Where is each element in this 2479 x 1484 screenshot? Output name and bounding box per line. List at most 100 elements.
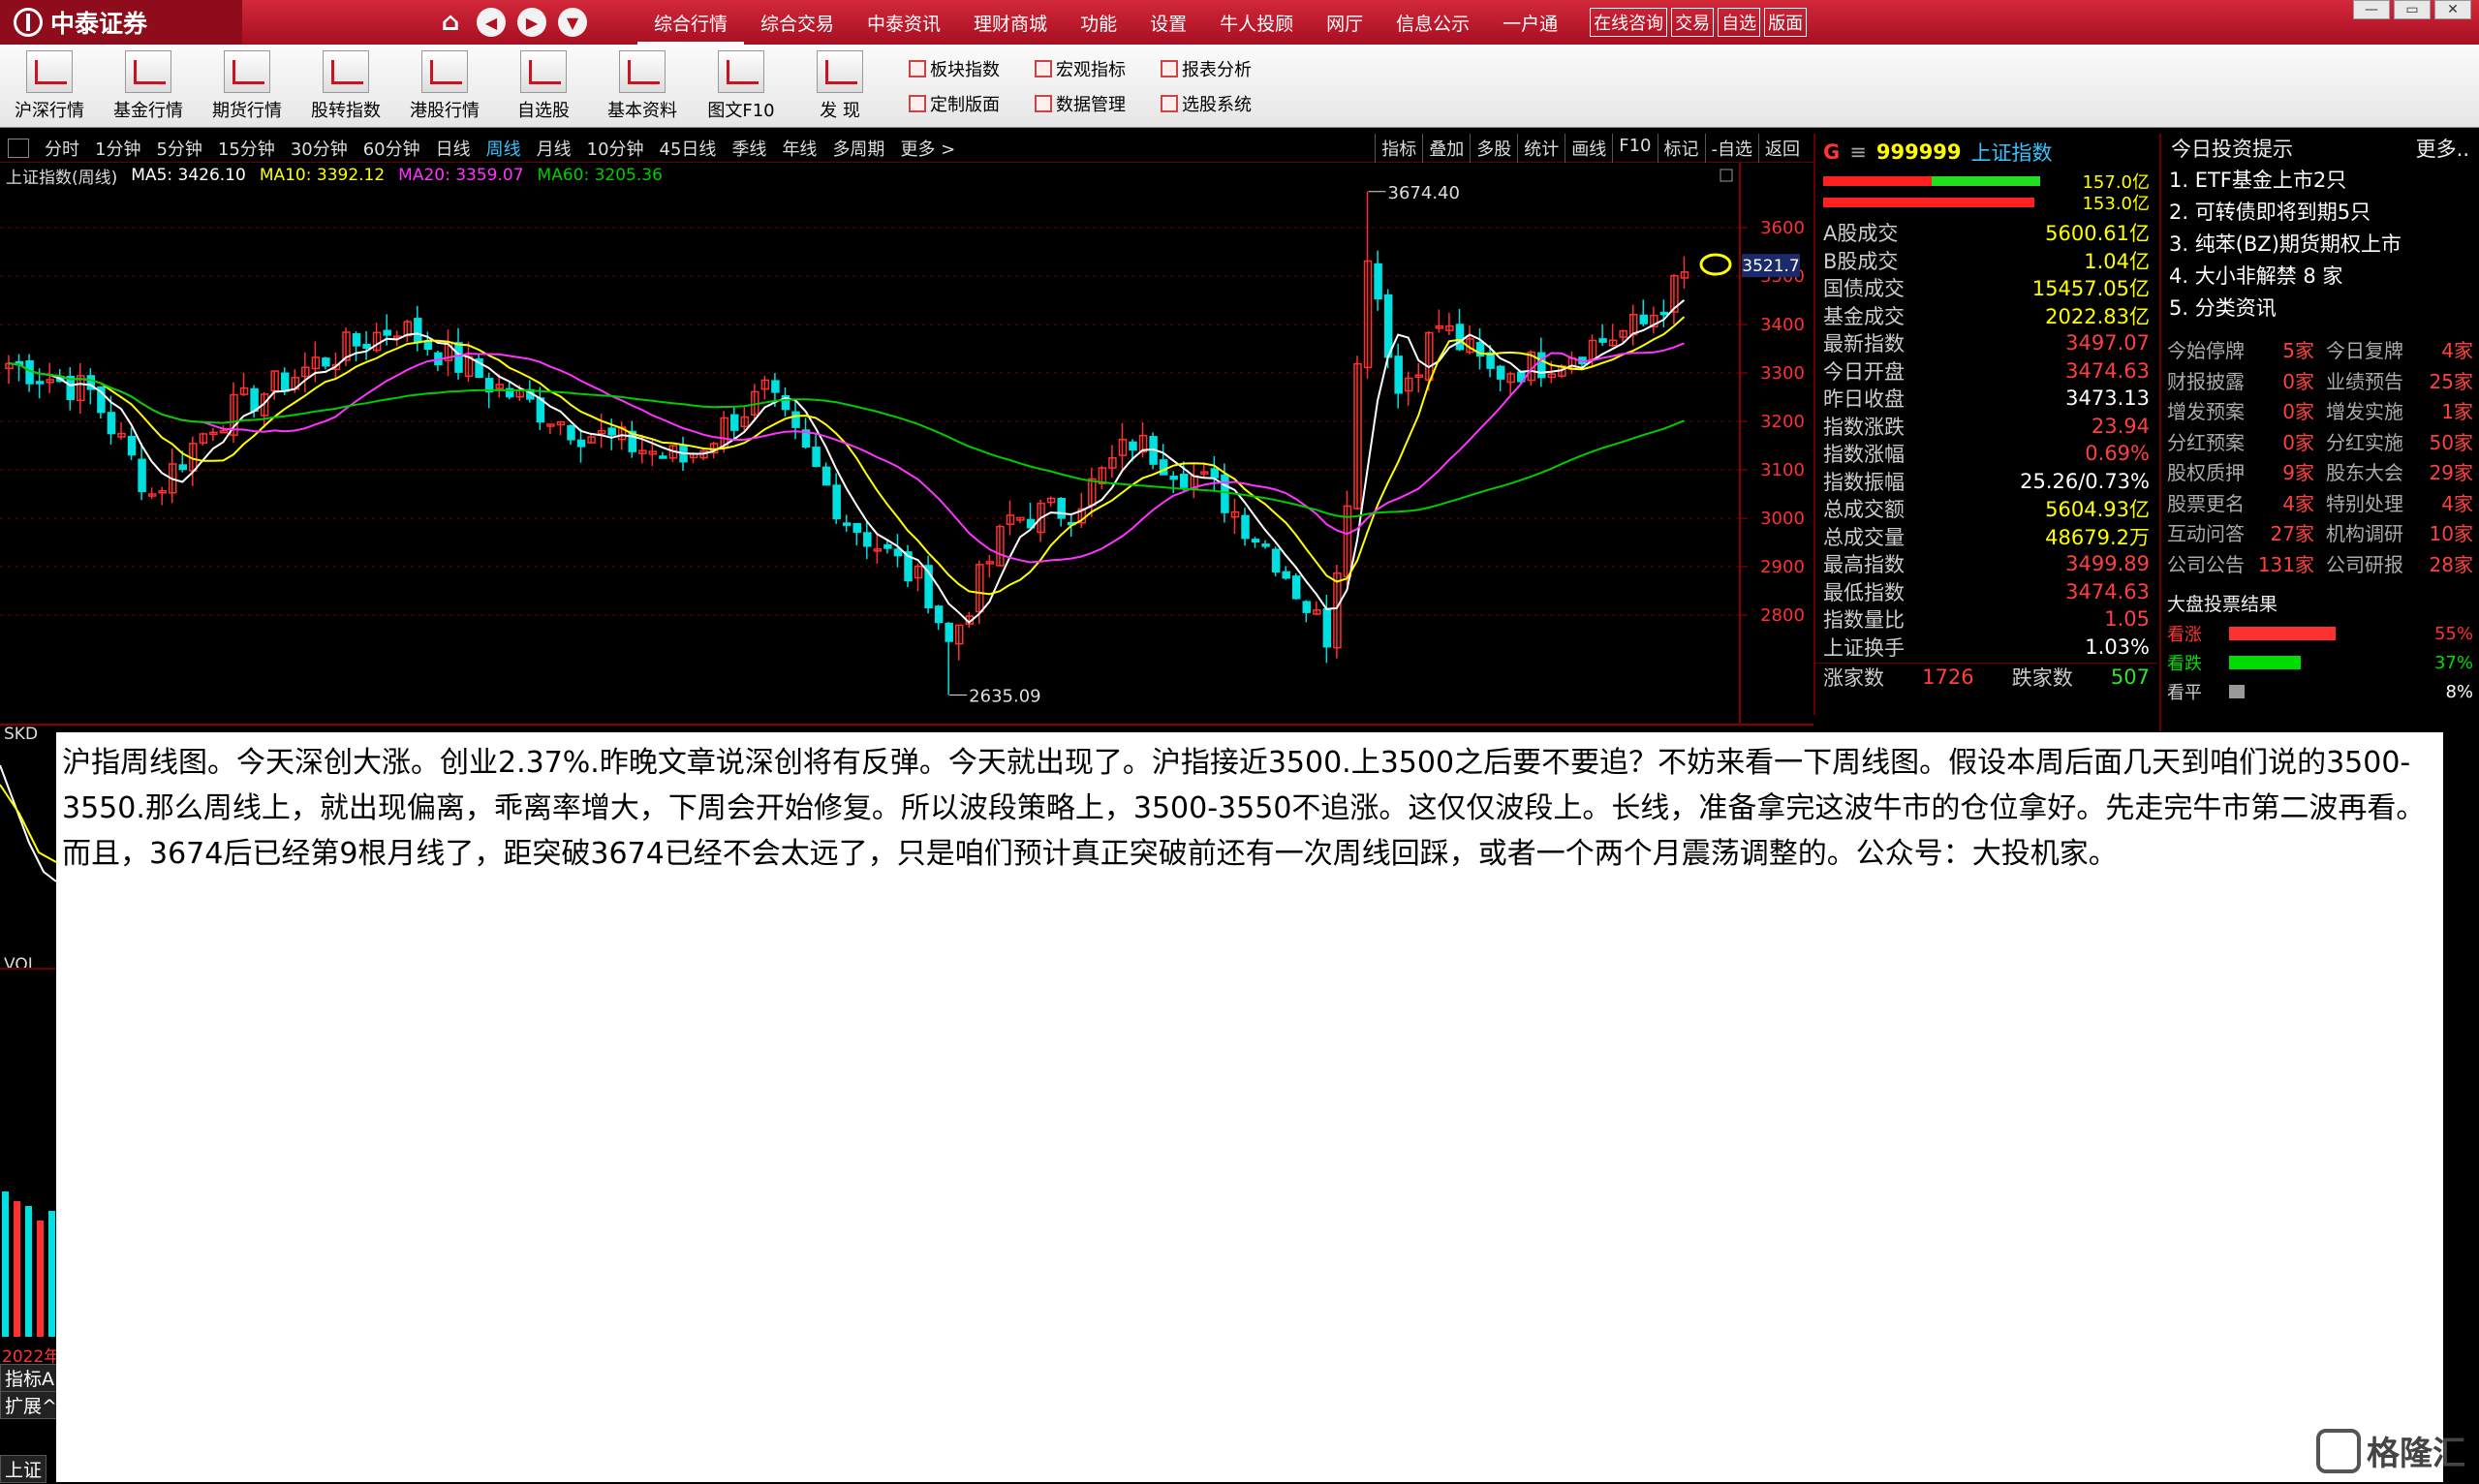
y-tick-label: 2900: [1760, 557, 1805, 577]
period-tab[interactable]: 日线: [428, 136, 479, 161]
period-tab[interactable]: 30分钟: [283, 136, 356, 161]
period-tab[interactable]: 更多 >: [892, 136, 963, 161]
period-tab[interactable]: 5分钟: [148, 136, 209, 161]
stat-cell[interactable]: 分红实施 50家: [2320, 427, 2479, 455]
stat-cell[interactable]: 公司公告 131家: [2161, 549, 2320, 577]
title-button[interactable]: 版面: [1764, 8, 1808, 37]
menu-item[interactable]: 理财商城: [957, 0, 1064, 45]
chart-tool-button[interactable]: 返回: [1758, 134, 1806, 163]
toolbar-tool[interactable]: 沪深行情: [0, 45, 99, 128]
news-item[interactable]: 1. ETF基金上市2只: [2161, 163, 2479, 195]
forward-icon[interactable]: ▶: [517, 8, 546, 37]
candle-body: [322, 357, 330, 367]
chart-tool-button[interactable]: -自选: [1704, 134, 1759, 163]
stat-cell[interactable]: 今日复牌 4家: [2320, 335, 2479, 363]
chevron-down-icon[interactable]: ▼: [558, 8, 587, 37]
period-tab[interactable]: 60分钟: [356, 136, 428, 161]
toolbar-tool[interactable]: 自选股: [494, 45, 593, 128]
toolbar-tool-label: 图文F10: [707, 100, 775, 121]
chart-tool-button[interactable]: 统计: [1517, 134, 1565, 163]
title-button[interactable]: 在线咨询: [1590, 8, 1668, 37]
stat-count: 29家: [2429, 461, 2473, 485]
title-button[interactable]: 自选: [1718, 8, 1761, 37]
panel-toggle-icon[interactable]: [8, 138, 29, 158]
small-tool[interactable]: 选股系统: [1161, 86, 1286, 121]
vote-row[interactable]: 看涨 55%: [2161, 619, 2479, 648]
menu-item[interactable]: 综合行情: [637, 0, 745, 45]
small-tool[interactable]: 板块指数: [909, 51, 1035, 86]
period-tab[interactable]: 10分钟: [579, 136, 652, 161]
menu-item[interactable]: 信息公示: [1379, 0, 1486, 45]
minimize-icon[interactable]: —: [2353, 0, 2390, 19]
menu-item[interactable]: 中泰资讯: [851, 0, 957, 45]
close-icon[interactable]: ✕: [2434, 0, 2471, 19]
toolbar-tool[interactable]: 期货行情: [198, 45, 296, 128]
tab-expand[interactable]: 扩展^: [0, 1391, 62, 1419]
stat-cell[interactable]: 业绩预告 25家: [2320, 366, 2479, 394]
small-tool[interactable]: 定制版面: [909, 86, 1035, 121]
period-tab[interactable]: 年线: [774, 136, 824, 161]
stat-cell[interactable]: 股权质押 9家: [2161, 457, 2320, 485]
chart-tool-button[interactable]: 叠加: [1422, 134, 1470, 163]
toolbar-tool[interactable]: 股转指数: [296, 45, 395, 128]
stat-cell[interactable]: 增发预案 0家: [2161, 396, 2320, 424]
stat-cell[interactable]: 机构调研 10家: [2320, 518, 2479, 546]
period-tab[interactable]: 1分钟: [87, 136, 148, 161]
news-item[interactable]: 3. 纯苯(BZ)期货期权上市: [2161, 227, 2479, 259]
menu-item[interactable]: 设置: [1133, 0, 1203, 45]
expand-icon[interactable]: [1720, 169, 1733, 182]
news-item[interactable]: 2. 可转债即将到期5只: [2161, 195, 2479, 227]
chart-tool-button[interactable]: 指标: [1375, 134, 1422, 163]
toolbar-tool[interactable]: 基本资料: [593, 45, 692, 128]
candlestick-chart[interactable]: 3600350034003300320031003000290028003674…: [0, 163, 1813, 727]
vote-row[interactable]: 看平 8%: [2161, 677, 2479, 706]
info-row-label: A股成交: [1823, 222, 1899, 246]
period-tab[interactable]: 季线: [724, 136, 774, 161]
watermark-text: 格隆汇: [2367, 1435, 2465, 1473]
period-tab[interactable]: 月线: [529, 136, 579, 161]
small-tool[interactable]: 数据管理: [1035, 86, 1161, 121]
period-tab[interactable]: 分时: [37, 136, 87, 161]
period-tab[interactable]: 周线: [479, 136, 529, 161]
menu-item[interactable]: 牛人投顾: [1203, 0, 1310, 45]
vote-row[interactable]: 看跌 37%: [2161, 648, 2479, 677]
period-tab[interactable]: 45日线: [652, 136, 725, 161]
stat-cell[interactable]: 股票更名 4家: [2161, 488, 2320, 516]
tab-indicator[interactable]: 指标A: [0, 1364, 59, 1392]
stat-cell[interactable]: 今始停牌 5家: [2161, 335, 2320, 363]
stat-cell[interactable]: 特别处理 4家: [2320, 488, 2479, 516]
chart-tool-button[interactable]: F10: [1612, 134, 1657, 163]
menu-item[interactable]: 综合交易: [744, 0, 851, 45]
news-more-link[interactable]: 更多..: [2416, 134, 2469, 163]
stat-cell[interactable]: 分红预案 0家: [2161, 427, 2320, 455]
stat-cell[interactable]: 增发实施 1家: [2320, 396, 2479, 424]
tab-shanghai[interactable]: 上证: [0, 1455, 47, 1483]
period-tab[interactable]: 多周期: [824, 136, 892, 161]
title-button[interactable]: 交易: [1671, 8, 1715, 37]
small-tool[interactable]: 宏观指标: [1035, 51, 1161, 86]
stat-cell[interactable]: 财报披露 0家: [2161, 366, 2320, 394]
news-item[interactable]: 5. 分类资讯: [2161, 291, 2479, 323]
menu-item[interactable]: 功能: [1064, 0, 1133, 45]
menu-icon[interactable]: ≡: [1849, 140, 1867, 164]
period-tab[interactable]: 15分钟: [210, 136, 283, 161]
chart-tool-button[interactable]: 多股: [1470, 134, 1517, 163]
candle-body: [659, 455, 667, 459]
stat-cell[interactable]: 股东大会 29家: [2320, 457, 2479, 485]
small-tool[interactable]: 报表分析: [1161, 51, 1286, 86]
stat-cell[interactable]: 公司研报 28家: [2320, 549, 2479, 577]
back-icon[interactable]: ◀: [477, 8, 506, 37]
toolbar-tool[interactable]: 发 现: [790, 45, 889, 128]
news-item[interactable]: 4. 大小非解禁 8 家: [2161, 259, 2479, 291]
menu-item[interactable]: 网厅: [1310, 0, 1379, 45]
info-row-value: 25.26/0.73%: [2020, 469, 2150, 493]
toolbar-tool[interactable]: 图文F10: [692, 45, 790, 128]
stat-cell[interactable]: 互动问答 27家: [2161, 518, 2320, 546]
toolbar-tool[interactable]: 港股行情: [395, 45, 494, 128]
toolbar-tool[interactable]: 基金行情: [99, 45, 198, 128]
home-icon[interactable]: ⌂: [436, 8, 465, 37]
maximize-icon[interactable]: ▭: [2394, 0, 2431, 19]
chart-tool-button[interactable]: 标记: [1657, 134, 1705, 163]
chart-tool-button[interactable]: 画线: [1565, 134, 1612, 163]
menu-item[interactable]: 一户通: [1486, 0, 1574, 45]
